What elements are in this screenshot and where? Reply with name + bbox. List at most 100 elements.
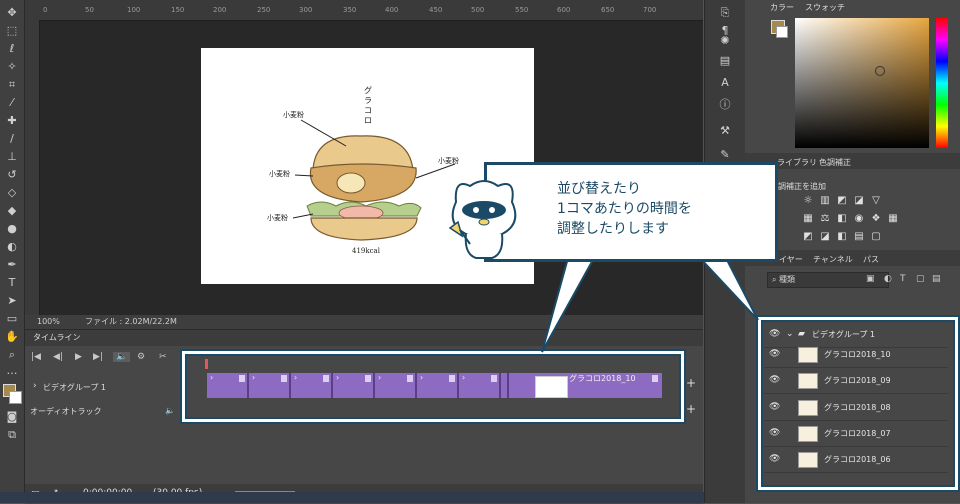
tools-panel: ✥ ⬚ ℓ ✧ ⌗ ⁄ ✚ / ⊥ ↺ ◇ ◆ ● ◐ ✒ T ➤ ▭ ✋ ⌕ … (0, 0, 25, 503)
file-size: ファイル : 2.02M/22.2M (85, 317, 177, 326)
tab-libraries[interactable]: ライブラリ (777, 157, 817, 168)
ruler-tick: 250 (257, 6, 271, 14)
path-select-icon[interactable]: ➤ (4, 294, 20, 308)
crop-tool-icon[interactable]: ⌗ (4, 78, 20, 92)
add-audio-icon[interactable]: + (686, 402, 696, 416)
audio-toggle-icon[interactable]: 🔈 (113, 352, 131, 362)
zoom-level[interactable]: 100% (37, 315, 60, 329)
quick-mask-icon[interactable]: ◙ (4, 410, 20, 424)
lasso-tool-icon[interactable]: ℓ (4, 42, 20, 56)
document-title-vertical: グラコロ (364, 86, 372, 125)
posterize-icon[interactable]: ◪ (820, 232, 830, 242)
clone-source-icon[interactable]: ✎ (717, 148, 733, 162)
gradient-map-icon[interactable]: ▤ (854, 232, 864, 242)
blur-tool-icon[interactable]: ● (4, 222, 20, 236)
color-lookup-icon[interactable]: ▦ (888, 214, 898, 224)
ruler-tick: 650 (601, 6, 615, 14)
dodge-tool-icon[interactable]: ◐ (4, 240, 20, 254)
marquee-tool-icon[interactable]: ⬚ (4, 24, 20, 38)
pen-tool-icon[interactable]: ✒ (4, 258, 20, 272)
brightness-icon[interactable]: ☼ (803, 196, 813, 206)
prev-frame-icon[interactable]: ◀| (53, 352, 63, 362)
add-media-icon[interactable]: + (686, 376, 696, 390)
channel-mixer-icon[interactable]: ❖ (871, 214, 881, 224)
play-icon[interactable]: ▶ (75, 352, 82, 362)
tab-adjustments[interactable]: 色調補正 (819, 157, 851, 168)
color-balance-icon[interactable]: ⚖ (820, 214, 830, 224)
layer-filter-kind: 種類 (779, 275, 796, 284)
history-brush-icon[interactable]: ↺ (4, 168, 20, 182)
tool-presets-icon[interactable]: ⚒ (717, 124, 733, 138)
settings-gear-icon[interactable]: ⚙ (137, 352, 145, 362)
label-flour: 小麦粉 (438, 157, 459, 165)
swatches-icon[interactable]: ▤ (717, 54, 733, 68)
ruler-tick: 450 (429, 6, 443, 14)
type-filter-icon[interactable]: T (900, 274, 906, 284)
curves-icon[interactable]: ◩ (837, 196, 847, 206)
ruler-tick: 500 (471, 6, 485, 14)
invert-icon[interactable]: ◩ (803, 232, 813, 242)
more-tools-icon[interactable]: … (4, 364, 20, 378)
ruler-tick: 300 (299, 6, 313, 14)
tab-paths[interactable]: パス (863, 254, 879, 265)
info-icon[interactable]: ⓘ (717, 98, 733, 112)
background-color-chip[interactable] (776, 26, 788, 38)
image-filter-icon[interactable]: ▣ (866, 274, 875, 284)
track-audio[interactable]: オーディオトラック (30, 406, 101, 417)
smart-filter-icon[interactable]: ▤ (932, 274, 941, 284)
kcal-label: 419kcal (352, 247, 380, 255)
selective-color-icon[interactable]: ▢ (871, 232, 881, 242)
type-tool-icon[interactable]: T (4, 276, 20, 290)
search-icon: ⌕ (772, 275, 777, 284)
healing-brush-icon[interactable]: ✚ (4, 114, 20, 128)
brush-tool-icon[interactable]: / (4, 132, 20, 146)
track-video-group[interactable]: ビデオグループ 1 (43, 382, 106, 393)
vertical-ruler (25, 20, 40, 315)
first-frame-icon[interactable]: |◀ (31, 352, 41, 362)
eraser-tool-icon[interactable]: ◇ (4, 186, 20, 200)
adjust-filter-icon[interactable]: ◐ (884, 274, 892, 284)
screen-mode-icon[interactable]: ⧉ (4, 428, 20, 442)
label-flour: 小麦粉 (269, 170, 290, 178)
levels-icon[interactable]: ▥ (820, 196, 830, 206)
tab-swatches[interactable]: スウォッチ (805, 2, 845, 13)
ruler-tick: 350 (343, 6, 357, 14)
zoom-tool-icon[interactable]: ⌕ (4, 348, 20, 362)
tab-channels[interactable]: チャンネル (813, 254, 853, 265)
callout-text: 並び替えたり 1コマあたりの時間を 調整したりします (557, 179, 692, 239)
bucket-tool-icon[interactable]: ◆ (4, 204, 20, 218)
threshold-icon[interactable]: ◧ (837, 232, 847, 242)
chevron-right-icon[interactable]: › (33, 381, 37, 391)
black-white-icon[interactable]: ◧ (837, 214, 847, 224)
color-picker-field[interactable] (795, 18, 929, 148)
callout-line: 1コマあたりの時間を (557, 201, 692, 217)
exposure-icon[interactable]: ◪ (854, 196, 864, 206)
character-icon[interactable]: A (717, 76, 733, 90)
speaker-icon[interactable]: 🔈 (165, 406, 175, 415)
eyedropper-icon[interactable]: ⁄ (4, 96, 20, 110)
stamp-tool-icon[interactable]: ⊥ (4, 150, 20, 164)
move-tool-icon[interactable]: ✥ (4, 6, 20, 20)
tab-color[interactable]: カラー (770, 2, 794, 13)
vibrance-icon[interactable]: ▽ (871, 196, 881, 206)
scissors-icon[interactable]: ✂ (159, 352, 167, 362)
ruler-tick: 50 (85, 6, 94, 14)
tab-timeline[interactable]: タイムライン (33, 330, 80, 346)
hue-sat-icon[interactable]: ▦ (803, 214, 813, 224)
layers-highlight-frame (758, 317, 958, 490)
background-color-swatch[interactable] (9, 391, 22, 404)
next-frame-icon[interactable]: ▶| (93, 352, 103, 362)
mascot-illustration (448, 180, 517, 259)
color-cursor[interactable] (875, 66, 885, 76)
timeline-highlight-frame (182, 351, 684, 422)
photo-filter-icon[interactable]: ◉ (854, 214, 864, 224)
hue-slider[interactable] (936, 18, 948, 148)
hand-tool-icon[interactable]: ✋ (4, 330, 20, 344)
history-icon[interactable]: ⎘ (717, 6, 733, 20)
ruler-tick: 150 (171, 6, 185, 14)
ruler-tick: 700 (643, 6, 657, 14)
rectangle-tool-icon[interactable]: ▭ (4, 312, 20, 326)
shape-filter-icon[interactable]: ▢ (916, 274, 925, 284)
brush-settings-icon[interactable]: ✺ (717, 34, 733, 48)
magic-wand-icon[interactable]: ✧ (4, 60, 20, 74)
